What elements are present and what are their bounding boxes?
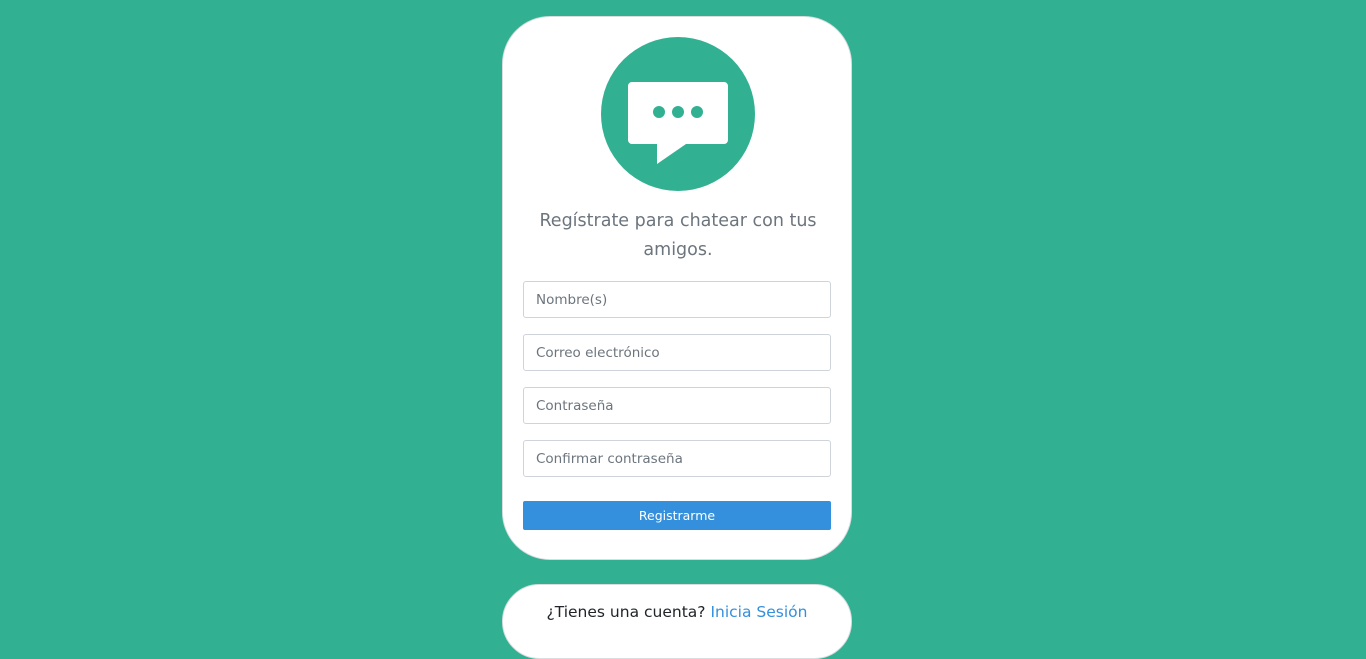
email-input[interactable] xyxy=(523,334,831,371)
login-question: ¿Tienes una cuenta? xyxy=(546,603,706,621)
logo-circle xyxy=(601,37,755,191)
confirm-password-input[interactable] xyxy=(523,440,831,477)
register-card: Regístrate para chatear con tus amigos. … xyxy=(502,16,852,560)
login-prompt-line: ¿Tienes una cuenta? Inicia Sesión xyxy=(503,603,851,621)
password-input[interactable] xyxy=(523,387,831,424)
register-button[interactable]: Registrarme xyxy=(523,501,831,530)
register-subtitle: Regístrate para chatear con tus amigos. xyxy=(539,211,817,260)
name-input[interactable] xyxy=(523,281,831,318)
login-prompt-card: ¿Tienes una cuenta? Inicia Sesión xyxy=(502,584,852,659)
page: Regístrate para chatear con tus amigos. … xyxy=(0,0,1366,659)
login-link[interactable]: Inicia Sesión xyxy=(710,603,807,621)
chat-bubble-icon xyxy=(628,82,728,164)
